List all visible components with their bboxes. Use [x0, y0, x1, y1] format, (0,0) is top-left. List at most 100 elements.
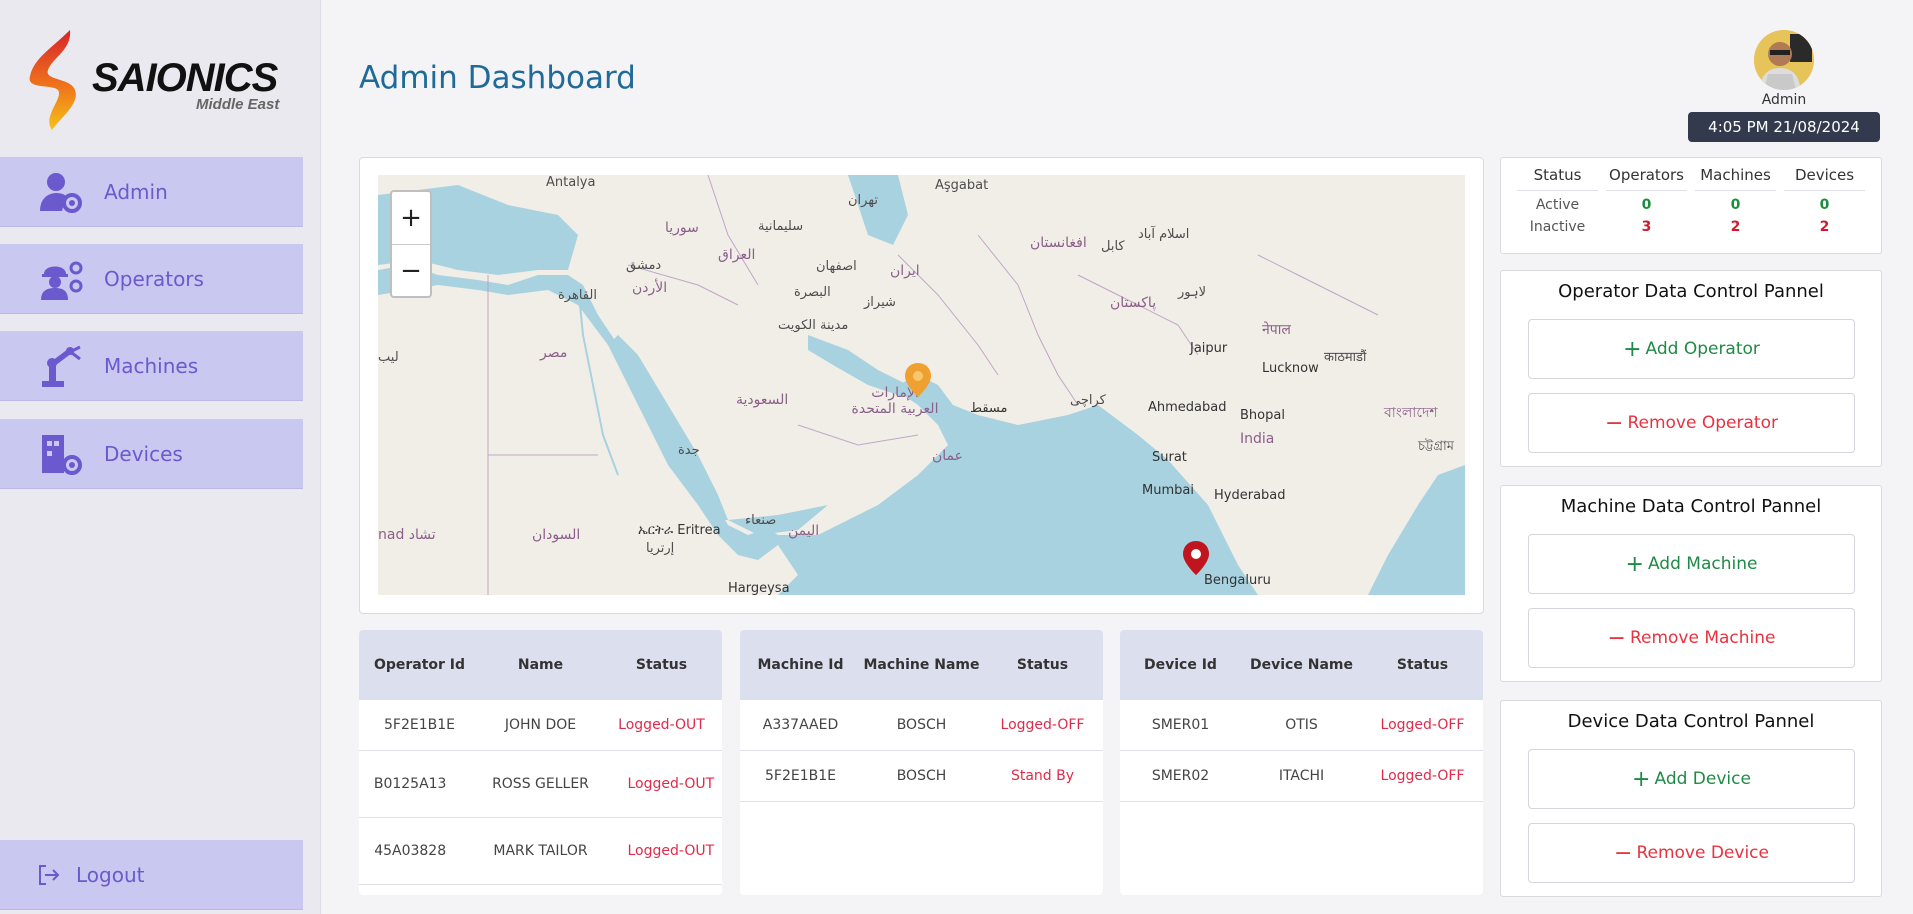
logout-icon: [39, 864, 60, 885]
sidebar-item-label: Machines: [104, 353, 199, 378]
location-map[interactable]: Antalya Aşgabat تهران سوريا سليمانية الع…: [378, 175, 1465, 595]
map-marker-bengaluru[interactable]: [1182, 541, 1210, 575]
user-profile[interactable]: Admin 4:05 PM 21/08/2024: [1688, 30, 1880, 142]
map-label: Mumbai: [1142, 483, 1194, 498]
date-time-display: 4:05 PM 21/08/2024: [1688, 112, 1880, 142]
device-id: SMER02: [1151, 768, 1210, 784]
table-row[interactable]: SMER01 OTIS Logged-OFF: [1120, 700, 1483, 751]
table-row[interactable]: 5F2E1B1E JOHN DOE Logged-OUT: [359, 700, 722, 751]
column-header: Device Id: [1144, 657, 1217, 673]
sidebar-item-machines[interactable]: Machines: [0, 331, 303, 401]
avatar[interactable]: [1754, 30, 1814, 90]
map-label: Aşgabat: [935, 178, 989, 193]
map-label: اسلام آباد: [1138, 227, 1190, 242]
active-machines-count: 0: [1730, 197, 1741, 213]
map-label: مصر: [540, 345, 568, 361]
table-header: Operator Id Name Status: [359, 630, 722, 700]
zoom-in-button[interactable]: +: [392, 192, 430, 245]
device-id: SMER01: [1151, 717, 1210, 733]
add-device-button[interactable]: + Add Device: [1528, 749, 1855, 809]
table-row[interactable]: 5F2E1B1E BOSCH Stand By: [740, 751, 1103, 802]
map-label: تهران: [848, 193, 878, 208]
map-label: Ahmedabad: [1148, 400, 1227, 415]
map-card: Antalya Aşgabat تهران سوريا سليمانية الع…: [359, 157, 1484, 614]
column-header: Devices: [1784, 166, 1865, 191]
table-row[interactable]: SMER02 ITACHI Logged-OFF: [1120, 751, 1483, 802]
table-row[interactable]: 45A03828 MARK TAILOR Logged-OUT: [359, 818, 722, 885]
status-label: Inactive: [1529, 219, 1586, 235]
machine-name: BOSCH: [896, 717, 947, 733]
map-label: ኤርትራ Eritrea: [638, 523, 721, 538]
sidebar-item-label: Operators: [104, 266, 204, 291]
inactive-devices-count: 2: [1819, 219, 1830, 235]
plus-icon: +: [1623, 336, 1642, 362]
map-label: السعودية: [736, 392, 789, 408]
column-header: Operator Id: [373, 657, 466, 673]
map-label: اليمن: [788, 523, 820, 539]
sidebar-item-admin[interactable]: Admin: [0, 157, 303, 227]
map-label: India: [1240, 431, 1275, 447]
map-label: ايران: [890, 263, 920, 279]
column-header: Machine Id: [757, 657, 844, 673]
map-label: Bhopal: [1240, 408, 1285, 423]
remove-device-button[interactable]: − Remove Device: [1528, 823, 1855, 883]
brand-logo: SAIONICS Middle East: [22, 28, 282, 133]
operator-name: JOHN DOE: [504, 717, 577, 733]
sidebar: SAIONICS Middle East Admin Operators Mac…: [0, 0, 321, 914]
map-label: Hyderabad: [1214, 488, 1286, 503]
machines-table: Machine Id Machine Name Status A337AAED …: [740, 630, 1103, 895]
operators-table: Operator Id Name Status 5F2E1B1E JOHN DO…: [359, 630, 722, 895]
add-machine-button[interactable]: + Add Machine: [1528, 534, 1855, 594]
minus-icon: −: [1614, 840, 1633, 866]
column-header: Status: [635, 657, 688, 673]
machine-name: BOSCH: [896, 768, 947, 784]
map-label: काठमाडौं: [1324, 350, 1367, 365]
panel-title: Device Data Control Pannel: [1567, 711, 1815, 732]
map-label: Lucknow: [1262, 361, 1319, 376]
map-label: كابل: [1101, 239, 1125, 254]
operator-id: B0125A13: [373, 776, 447, 792]
machine-id: 5F2E1B1E: [765, 768, 836, 784]
sidebar-item-devices[interactable]: Devices: [0, 419, 303, 489]
minus-icon: −: [1605, 410, 1624, 436]
operator-control-panel: Operator Data Control Pannel + Add Opera…: [1500, 270, 1882, 467]
remove-machine-button[interactable]: − Remove Machine: [1528, 608, 1855, 668]
table-row[interactable]: A337AAED BOSCH Logged-OFF: [740, 700, 1103, 751]
worker-gear-icon: [41, 261, 83, 300]
devices-table: Device Id Device Name Status SMER01 OTIS…: [1120, 630, 1483, 895]
map-label: السودان: [532, 527, 581, 543]
map-label: Surat: [1152, 450, 1187, 465]
operator-status: Logged-OUT: [627, 843, 715, 859]
plus-icon: +: [1632, 766, 1651, 792]
map-label: مسقط: [970, 401, 1008, 416]
map-label: افغانستان: [1030, 235, 1087, 251]
status-row-inactive: Inactive 3 2 2: [1501, 219, 1881, 235]
map-label: চট্টগ্রাম: [1418, 439, 1454, 454]
avatar-image: [1754, 30, 1814, 90]
column-header: Status: [1396, 657, 1449, 673]
map-label: البصرة: [794, 285, 831, 300]
map-label: Bengaluru: [1204, 573, 1271, 588]
device-control-panel: Device Data Control Pannel + Add Device …: [1500, 700, 1882, 897]
map-label: إرتريا: [646, 541, 675, 556]
operator-name: MARK TAILOR: [493, 843, 588, 859]
brand-name: SAIONICS: [92, 56, 278, 100]
user-name: Admin: [1761, 92, 1807, 108]
map-label: سوريا: [665, 220, 699, 236]
logout-button[interactable]: Logout: [0, 840, 303, 910]
zoom-out-button[interactable]: −: [392, 245, 430, 297]
map-label: سليمانية: [758, 219, 804, 234]
device-status: Logged-OFF: [1380, 717, 1465, 733]
machine-control-panel: Machine Data Control Pannel + Add Machin…: [1500, 485, 1882, 682]
column-header: Status: [1016, 657, 1069, 673]
remove-operator-button[interactable]: − Remove Operator: [1528, 393, 1855, 453]
machine-id: A337AAED: [762, 717, 839, 733]
table-header: Device Id Device Name Status: [1120, 630, 1483, 700]
add-operator-button[interactable]: + Add Operator: [1528, 319, 1855, 379]
map-label: اصفهان: [816, 259, 857, 274]
operator-id: 45A03828: [374, 843, 447, 859]
table-row[interactable]: B0125A13 ROSS GELLER Logged-OUT: [359, 751, 722, 818]
column-header: Machines: [1695, 166, 1776, 191]
sidebar-item-operators[interactable]: Operators: [0, 244, 303, 314]
map-marker-uae[interactable]: [904, 363, 932, 397]
